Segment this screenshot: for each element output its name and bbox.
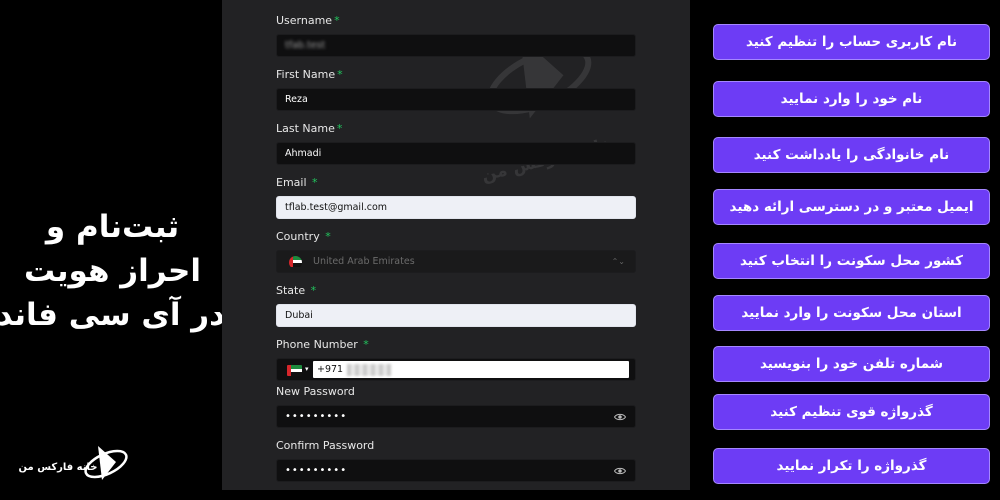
title-line-2: احراز هویت bbox=[24, 253, 201, 289]
step-set-password: گذرواژه قوی تنظیم کنید bbox=[713, 394, 990, 430]
phone-input[interactable]: ▾ +971 bbox=[276, 358, 636, 381]
step-select-country: کشور محل سکونت را انتخاب کنید bbox=[713, 243, 990, 279]
country-select[interactable]: United Arab Emirates ⌃⌄ bbox=[276, 250, 636, 273]
email-input[interactable]: tflab.test@gmail.com bbox=[276, 196, 636, 219]
country-label: Country * bbox=[276, 230, 331, 243]
step-enter-last-name: نام خانوادگی را یادداشت کنید bbox=[713, 137, 990, 173]
phone-group: Phone Number * ▾ +971 bbox=[276, 338, 636, 381]
step-confirm-password: گذرواژه را تکرار نمایید bbox=[713, 448, 990, 484]
confirm-password-group: Confirm Password ••••••••• bbox=[276, 439, 636, 482]
first-name-input[interactable]: Reza bbox=[276, 88, 636, 111]
state-label: State * bbox=[276, 284, 317, 297]
page-title: ثبت‌نام و احراز هویت در آی سی فاندد bbox=[0, 205, 225, 337]
eye-icon[interactable] bbox=[614, 411, 626, 423]
uae-flag-icon bbox=[287, 365, 302, 376]
phone-label: Phone Number * bbox=[276, 338, 369, 351]
uae-flag-icon bbox=[289, 256, 302, 269]
country-code-dropdown-icon[interactable]: ▾ bbox=[305, 359, 309, 380]
last-name-label: Last Name * bbox=[276, 122, 343, 135]
last-name-input[interactable]: Ahmadi bbox=[276, 142, 636, 165]
username-input[interactable]: tfab.test bbox=[276, 34, 636, 57]
title-line-1: ثبت‌نام و bbox=[45, 209, 180, 245]
title-line-3: در آی سی فاندد bbox=[0, 297, 225, 333]
step-enter-state: استان محل سکونت را وارد نمایید bbox=[713, 295, 990, 331]
step-enter-first-name: نام خود را وارد نمایید bbox=[713, 81, 990, 117]
username-label: Username * bbox=[276, 14, 340, 27]
registration-form-panel: خانه فارکس من Username* tfab.test First … bbox=[222, 0, 690, 490]
phone-number-blurred bbox=[347, 364, 391, 376]
email-group: Email * tflab.test@gmail.com bbox=[276, 176, 636, 219]
confirm-password-input[interactable]: ••••••••• bbox=[276, 459, 636, 482]
state-group: State * Dubai bbox=[276, 284, 636, 327]
phone-number-field[interactable]: +971 bbox=[313, 361, 629, 378]
new-password-label: New Password bbox=[276, 385, 355, 398]
country-group: Country * United Arab Emirates ⌃⌄ bbox=[276, 230, 636, 273]
new-password-group: New Password ••••••••• bbox=[276, 385, 636, 428]
phone-code: +971 bbox=[317, 364, 344, 375]
confirm-password-label: Confirm Password bbox=[276, 439, 375, 452]
brand-logo: خانه فارکس من bbox=[10, 440, 130, 490]
first-name-label: First Name * bbox=[276, 68, 343, 81]
step-set-username: نام کاربری حساب را تنظیم کنید bbox=[713, 24, 990, 60]
state-input[interactable]: Dubai bbox=[276, 304, 636, 327]
step-enter-phone: شماره تلفن خود را بنویسید bbox=[713, 346, 990, 382]
username-group: Username * tfab.test bbox=[276, 14, 636, 57]
first-name-group: First Name * Reza bbox=[276, 68, 636, 111]
eye-icon[interactable] bbox=[614, 465, 626, 477]
step-provide-email: ایمیل معتبر و در دسترسی ارائه دهید bbox=[713, 189, 990, 225]
logo-text: خانه فارکس من bbox=[18, 462, 98, 473]
email-label: Email * bbox=[276, 176, 318, 189]
chevron-updown-icon: ⌃⌄ bbox=[611, 257, 625, 266]
new-password-input[interactable]: ••••••••• bbox=[276, 405, 636, 428]
last-name-group: Last Name * Ahmadi bbox=[276, 122, 636, 165]
